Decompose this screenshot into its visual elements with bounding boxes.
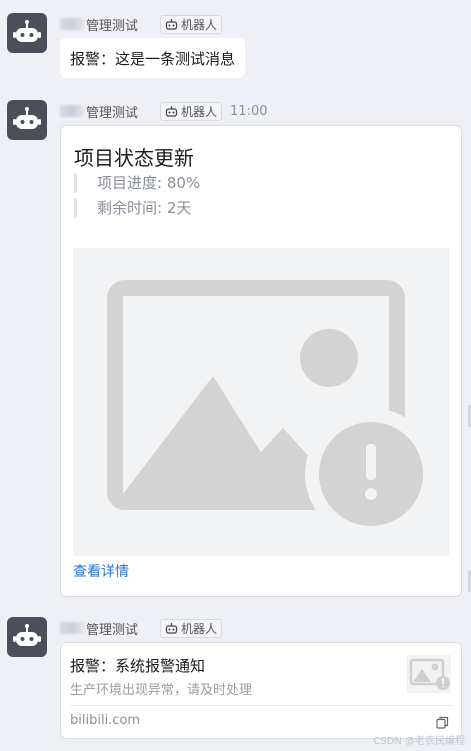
link-card-title: 报警：系统报警通知: [70, 657, 206, 675]
sender-row: 管理测试 机器人: [60, 14, 223, 34]
bot-tag: 机器人: [160, 618, 223, 638]
watermark: CSDN @老农民编程: [373, 736, 465, 747]
robot-icon: [165, 623, 178, 634]
copy-icon: [436, 716, 449, 729]
link-card[interactable]: 报警：系统报警通知 生产环境出现异常，请及时处理 bilibili.com: [60, 642, 462, 739]
bot-avatar[interactable]: [7, 100, 47, 140]
blurred-name: [60, 18, 84, 30]
bot-avatar-icon: [13, 20, 41, 42]
link-thumbnail: [407, 655, 451, 693]
sender-row: 管理测试 机器人 11:00: [60, 101, 268, 121]
card-line-remaining: 剩余时间: 2天: [74, 198, 191, 218]
status-card[interactable]: 项目状态更新 项目进度: 80% 剩余时间: 2天 查看详情: [60, 125, 462, 597]
bot-tag-label: 机器人: [181, 17, 218, 32]
view-details-link[interactable]: 查看详情: [73, 561, 129, 581]
bot-tag-label: 机器人: [181, 621, 218, 636]
image-placeholder: [73, 248, 449, 556]
sender-row: 管理测试 机器人: [60, 618, 223, 638]
blurred-name: [60, 105, 84, 117]
link-source[interactable]: bilibili.com: [70, 713, 140, 728]
bot-avatar-icon: [13, 107, 41, 129]
robot-icon: [165, 106, 178, 117]
bot-avatar-icon: [13, 624, 41, 646]
card-line-progress: 项目进度: 80%: [74, 173, 200, 193]
link-card-subtitle: 生产环境出现异常，请及时处理: [70, 683, 253, 698]
broken-image-icon: [407, 655, 451, 693]
bot-avatar[interactable]: [7, 13, 47, 53]
broken-image-icon: [107, 280, 437, 540]
bot-tag: 机器人: [160, 101, 223, 121]
robot-icon: [165, 19, 178, 30]
bot-avatar[interactable]: [7, 617, 47, 657]
sender-name: 管理测试: [86, 622, 139, 638]
bot-tag: 机器人: [160, 14, 223, 34]
blurred-name: [60, 622, 84, 634]
divider: [70, 705, 452, 706]
message-time: 11:00: [230, 103, 268, 119]
card-title: 项目状态更新: [74, 146, 194, 170]
message-bubble[interactable]: 报警：这是一条测试消息: [60, 38, 246, 78]
sender-name: 管理测试: [86, 18, 139, 34]
copy-button[interactable]: [436, 714, 449, 733]
bot-tag-label: 机器人: [181, 104, 218, 119]
sender-name: 管理测试: [86, 105, 139, 121]
